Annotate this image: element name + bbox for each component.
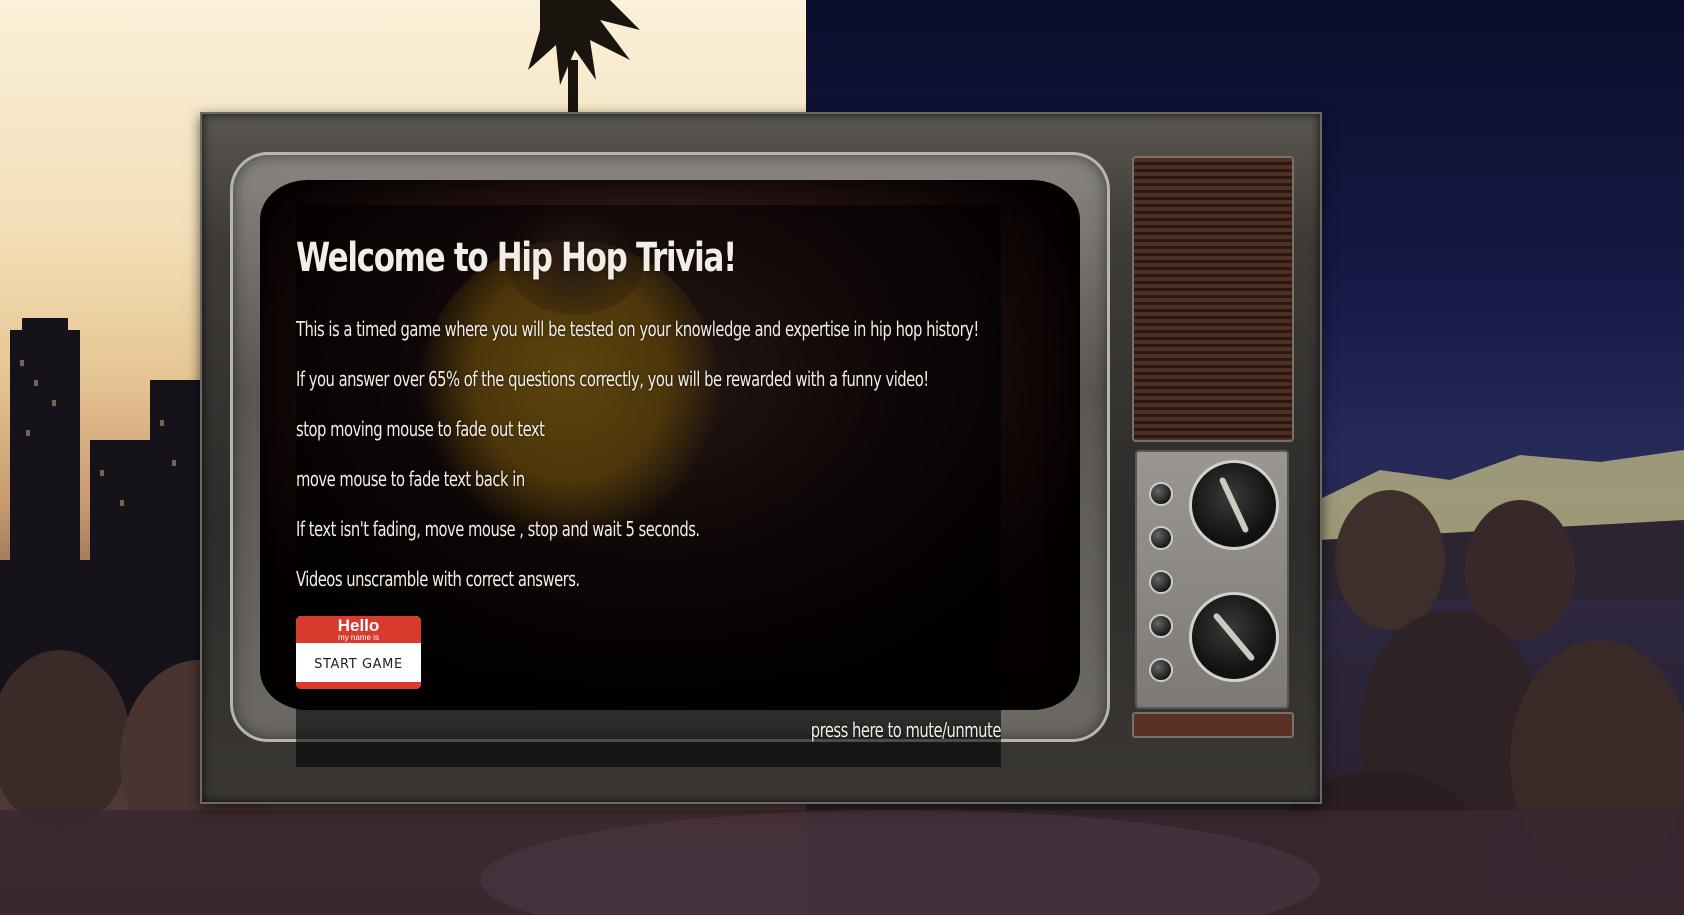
tv-knob-aft — [1149, 570, 1173, 594]
name-tag-footer — [296, 682, 421, 689]
instruction-fade-in: move mouse to fade text back in — [296, 467, 525, 491]
start-game-button[interactable]: Hello my name is START GAME — [296, 616, 421, 689]
game-stage: Welcome to Hip Hop Trivia! This is a tim… — [0, 0, 1684, 915]
instruction-fade-out: stop moving mouse to fade out text — [296, 417, 545, 441]
tv-knob-volume — [1149, 482, 1173, 506]
tv-knob-bright — [1149, 614, 1173, 638]
page-title: Welcome to Hip Hop Trivia! — [296, 235, 737, 281]
tv-trim-strip — [1132, 712, 1294, 738]
tv-uhf-dial — [1189, 592, 1279, 682]
palm-tree-silhouette — [528, 0, 640, 120]
tv-knob-color — [1149, 658, 1173, 682]
start-game-label: START GAME — [314, 657, 403, 672]
vhf-dial-pointer — [1218, 476, 1250, 534]
mute-toggle-link[interactable]: press here to mute/unmute — [811, 718, 1002, 742]
uhf-dial-pointer — [1212, 612, 1256, 662]
tv-speaker-grille — [1132, 156, 1294, 442]
tv-vhf-dial — [1189, 460, 1279, 550]
instruction-reward: If you answer over 65% of the questions … — [296, 367, 929, 391]
instruction-not-fading: If text isn't fading, move mouse , stop … — [296, 517, 700, 541]
name-tag-my-name-is: my name is — [338, 633, 379, 642]
instruction-timed-game: This is a timed game where you will be t… — [296, 317, 979, 341]
tv-control-panel — [1135, 450, 1289, 709]
instruction-unscramble: Videos unscramble with correct answers. — [296, 567, 580, 591]
tv-knob-color-lock — [1149, 526, 1173, 550]
